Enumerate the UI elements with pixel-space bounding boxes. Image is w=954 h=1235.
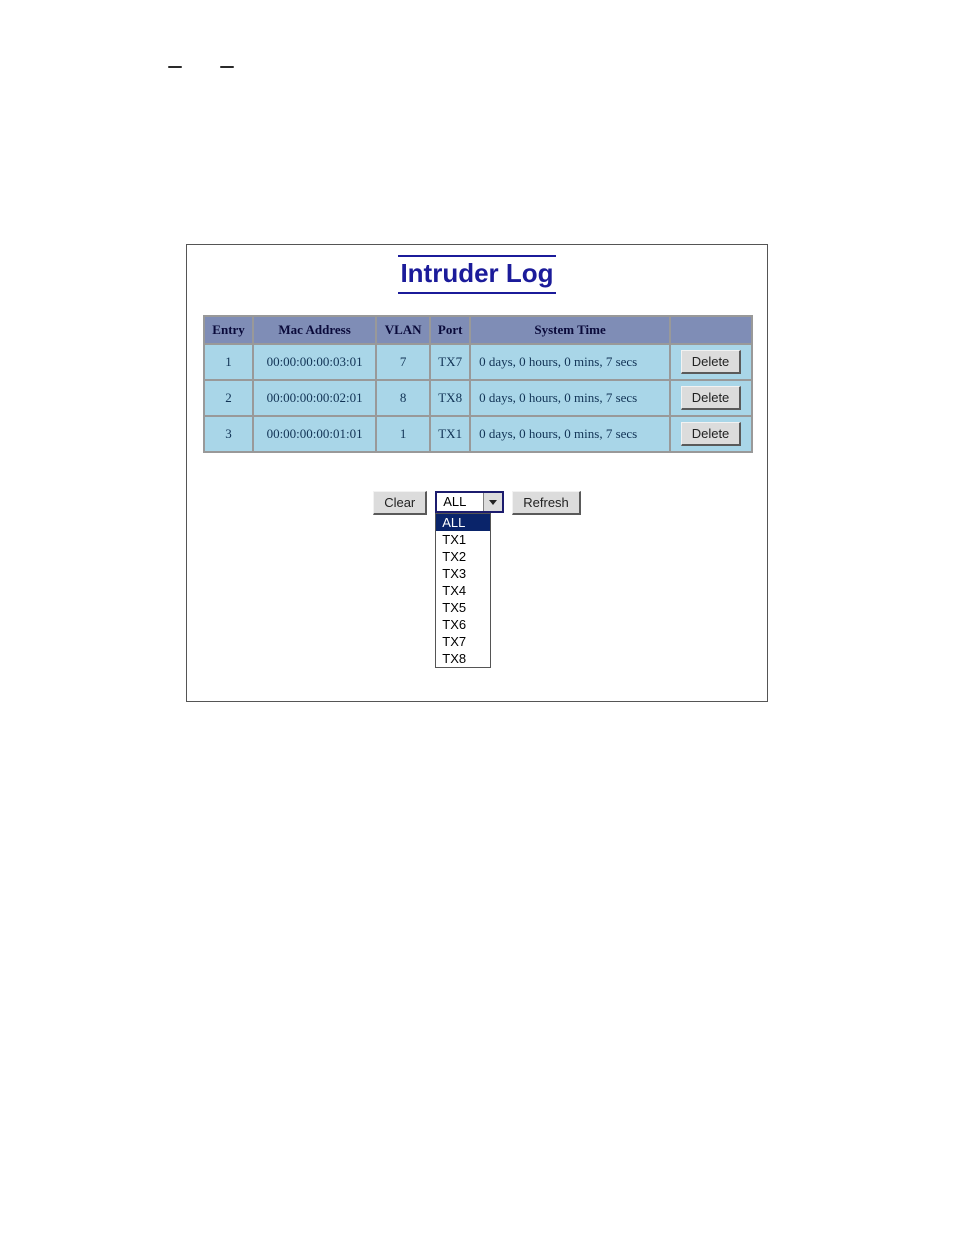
filter-option[interactable]: TX5 [436,599,490,616]
delete-button[interactable]: Delete [681,350,742,374]
col-time: System Time [471,317,669,343]
port-filter-dropdown: ALL TX1 TX2 TX3 TX4 TX5 TX6 TX7 TX8 [435,513,491,668]
cell-time: 0 days, 0 hours, 0 mins, 7 secs [471,381,669,415]
cell-vlan: 8 [377,381,429,415]
delete-button[interactable]: Delete [681,386,742,410]
cell-mac: 00:00:00:00:01:01 [254,417,375,451]
port-filter-select[interactable]: ALL ALL TX1 TX2 TX3 TX4 TX5 TX6 TX7 [435,491,504,513]
cell-vlan: 7 [377,345,429,379]
cell-action: Delete [671,381,751,415]
cell-port: TX8 [431,381,469,415]
table-row: 3 00:00:00:00:01:01 1 TX1 0 days, 0 hour… [205,417,751,451]
filter-option[interactable]: TX6 [436,616,490,633]
filter-option[interactable]: TX2 [436,548,490,565]
col-actions [671,317,751,343]
cell-mac: 00:00:00:00:02:01 [254,381,375,415]
cell-time: 0 days, 0 hours, 0 mins, 7 secs [471,345,669,379]
filter-option[interactable]: TX7 [436,633,490,650]
col-vlan: VLAN [377,317,429,343]
intruder-log-table: Entry Mac Address VLAN Port System Time … [203,315,753,453]
controls-bar: Clear ALL ALL TX1 TX2 TX3 TX4 T [187,491,767,515]
select-value: ALL [437,493,483,511]
select-box[interactable]: ALL [435,491,504,513]
col-port: Port [431,317,469,343]
mark [168,66,182,68]
cell-mac: 00:00:00:00:03:01 [254,345,375,379]
col-entry: Entry [205,317,252,343]
cell-entry: 2 [205,381,252,415]
cell-action: Delete [671,345,751,379]
cell-vlan: 1 [377,417,429,451]
cell-time: 0 days, 0 hours, 0 mins, 7 secs [471,417,669,451]
chevron-down-icon[interactable] [483,493,502,511]
filter-option[interactable]: TX4 [436,582,490,599]
col-mac: Mac Address [254,317,375,343]
table-row: 2 00:00:00:00:02:01 8 TX8 0 days, 0 hour… [205,381,751,415]
delete-button[interactable]: Delete [681,422,742,446]
filter-option[interactable]: ALL [436,514,490,531]
controls-inner: Clear ALL ALL TX1 TX2 TX3 TX4 T [369,491,585,515]
cell-action: Delete [671,417,751,451]
mark [220,66,234,68]
refresh-button[interactable]: Refresh [512,491,581,515]
page-title: Intruder Log [398,255,555,294]
clear-button[interactable]: Clear [373,491,427,515]
intruder-log-panel: Intruder Log Entry Mac Address VLAN Port… [186,244,768,702]
cell-entry: 1 [205,345,252,379]
page: Intruder Log Entry Mac Address VLAN Port… [0,0,954,1235]
cell-port: TX1 [431,417,469,451]
cell-entry: 3 [205,417,252,451]
filter-option[interactable]: TX3 [436,565,490,582]
table-row: 1 00:00:00:00:03:01 7 TX7 0 days, 0 hour… [205,345,751,379]
filter-option[interactable]: TX1 [436,531,490,548]
filter-option[interactable]: TX8 [436,650,490,667]
table-header-row: Entry Mac Address VLAN Port System Time [205,317,751,343]
cell-port: TX7 [431,345,469,379]
